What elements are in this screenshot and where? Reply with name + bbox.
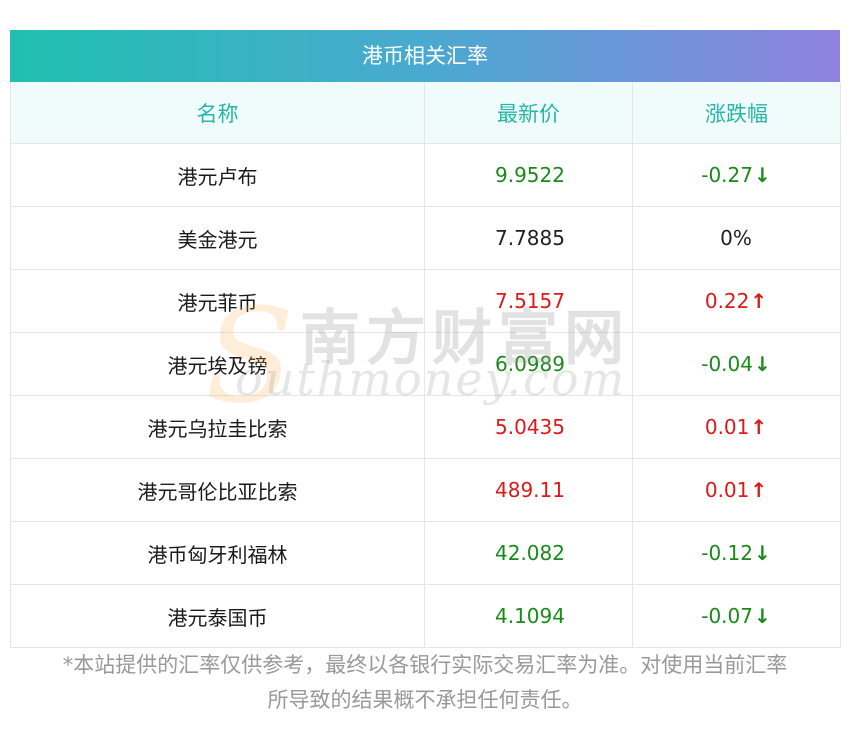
disclaimer: *本站提供的汇率仅供参考，最终以各银行实际交易汇率为准。对使用当前汇率 所导致的… xyxy=(10,648,840,718)
currency-pair-name: 港元卢布 xyxy=(10,143,425,207)
currency-pair-name: 港元乌拉圭比索 xyxy=(10,395,425,459)
currency-pair-name: 港元泰国币 xyxy=(10,584,425,648)
table-row: 港元菲币 7.5157 0.22↑ xyxy=(10,269,841,333)
rate-card: 港币相关汇率 名称 最新价 涨跌幅 港元卢布 9.9522 -0.27↓ 美金港元 7.… xyxy=(10,30,841,648)
change-value: -0.12 xyxy=(701,541,753,565)
currency-pair-name: 港元菲币 xyxy=(10,269,425,333)
arrow-down-icon: ↓ xyxy=(753,163,771,187)
change-cell: -0.07↓ xyxy=(632,584,841,648)
change-cell: 0.01↑ xyxy=(632,458,841,522)
arrow-up-icon: ↑ xyxy=(750,289,768,313)
table-row: 港币匈牙利福林 42.082 -0.12↓ xyxy=(10,521,841,585)
change-cell: 0% xyxy=(632,206,841,270)
latest-price: 42.082 xyxy=(424,521,633,585)
table-row: 港元卢布 9.9522 -0.27↓ xyxy=(10,143,841,207)
table-row: 港元哥伦比亚比索 489.11 0.01↑ xyxy=(10,458,841,522)
card-title: 港币相关汇率 xyxy=(10,30,840,82)
currency-pair-name: 港币匈牙利福林 xyxy=(10,521,425,585)
table-row: 港元泰国币 4.1094 -0.07↓ xyxy=(10,584,841,648)
change-cell: 0.22↑ xyxy=(632,269,841,333)
page: 港币相关汇率 名称 最新价 涨跌幅 港元卢布 9.9522 -0.27↓ 美金港元 7.… xyxy=(0,0,850,733)
currency-pair-name: 港元埃及镑 xyxy=(10,332,425,396)
table-row: 美金港元 7.7885 0% xyxy=(10,206,841,270)
change-value: -0.07 xyxy=(701,604,753,628)
change-value: 0% xyxy=(720,226,752,250)
change-cell: 0.01↑ xyxy=(632,395,841,459)
disclaimer-line-1: *本站提供的汇率仅供参考，最终以各银行实际交易汇率为准。对使用当前汇率 xyxy=(62,653,788,677)
arrow-up-icon: ↑ xyxy=(750,478,768,502)
currency-pair-name: 美金港元 xyxy=(10,206,425,270)
latest-price: 6.0989 xyxy=(424,332,633,396)
arrow-down-icon: ↓ xyxy=(753,352,771,376)
change-cell: -0.04↓ xyxy=(632,332,841,396)
arrow-down-icon: ↓ xyxy=(753,604,771,628)
change-cell: -0.12↓ xyxy=(632,521,841,585)
rate-table: 名称 最新价 涨跌幅 港元卢布 9.9522 -0.27↓ 美金港元 7.7885 0% 港… xyxy=(10,82,841,648)
table-row: 港元埃及镑 6.0989 -0.04↓ xyxy=(10,332,841,396)
latest-price: 489.11 xyxy=(424,458,633,522)
latest-price: 4.1094 xyxy=(424,584,633,648)
column-header-change: 涨跌幅 xyxy=(632,82,841,144)
column-header-name: 名称 xyxy=(10,82,425,144)
change-value: 0.01 xyxy=(704,478,750,502)
disclaimer-line-2: 所导致的结果概不承担任何责任。 xyxy=(267,688,583,712)
table-row: 港元乌拉圭比索 5.0435 0.01↑ xyxy=(10,395,841,459)
currency-pair-name: 港元哥伦比亚比索 xyxy=(10,458,425,522)
latest-price: 7.5157 xyxy=(424,269,633,333)
table-header-row: 名称 最新价 涨跌幅 xyxy=(10,82,841,144)
change-value: -0.04 xyxy=(701,352,753,376)
change-value: -0.27 xyxy=(701,163,753,187)
arrow-down-icon: ↓ xyxy=(753,541,771,565)
latest-price: 5.0435 xyxy=(424,395,633,459)
change-value: 0.22 xyxy=(704,289,750,313)
latest-price: 7.7885 xyxy=(424,206,633,270)
change-cell: -0.27↓ xyxy=(632,143,841,207)
arrow-up-icon: ↑ xyxy=(750,415,768,439)
change-value: 0.01 xyxy=(704,415,750,439)
latest-price: 9.9522 xyxy=(424,143,633,207)
column-header-price: 最新价 xyxy=(424,82,633,144)
